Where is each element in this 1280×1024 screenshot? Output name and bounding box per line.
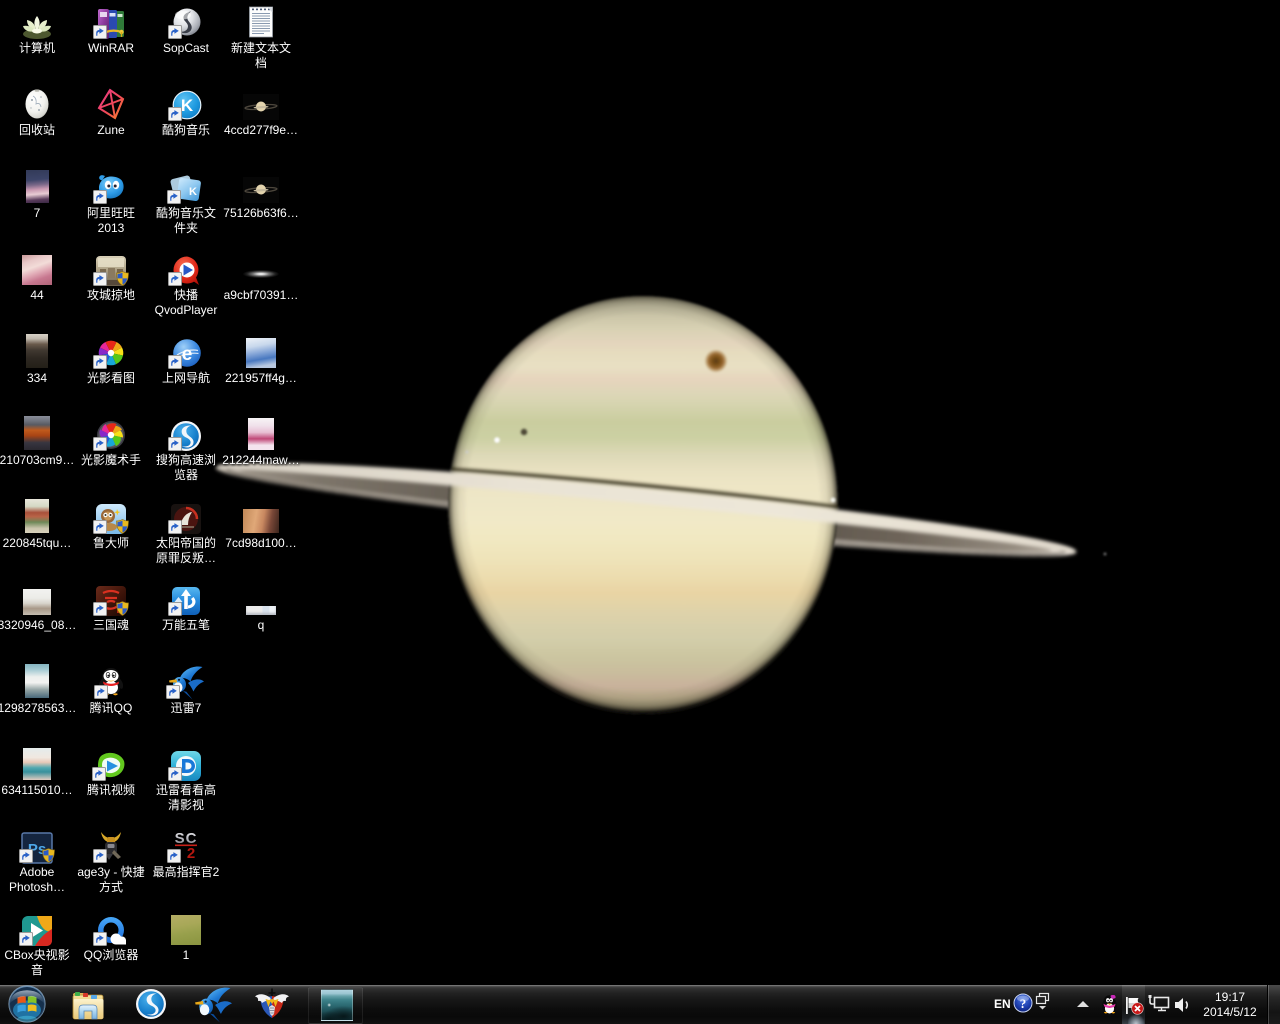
svg-text:2: 2	[187, 845, 195, 862]
svg-text:K: K	[181, 96, 194, 115]
svg-text:K: K	[189, 186, 197, 198]
svg-text:e: e	[182, 344, 193, 365]
